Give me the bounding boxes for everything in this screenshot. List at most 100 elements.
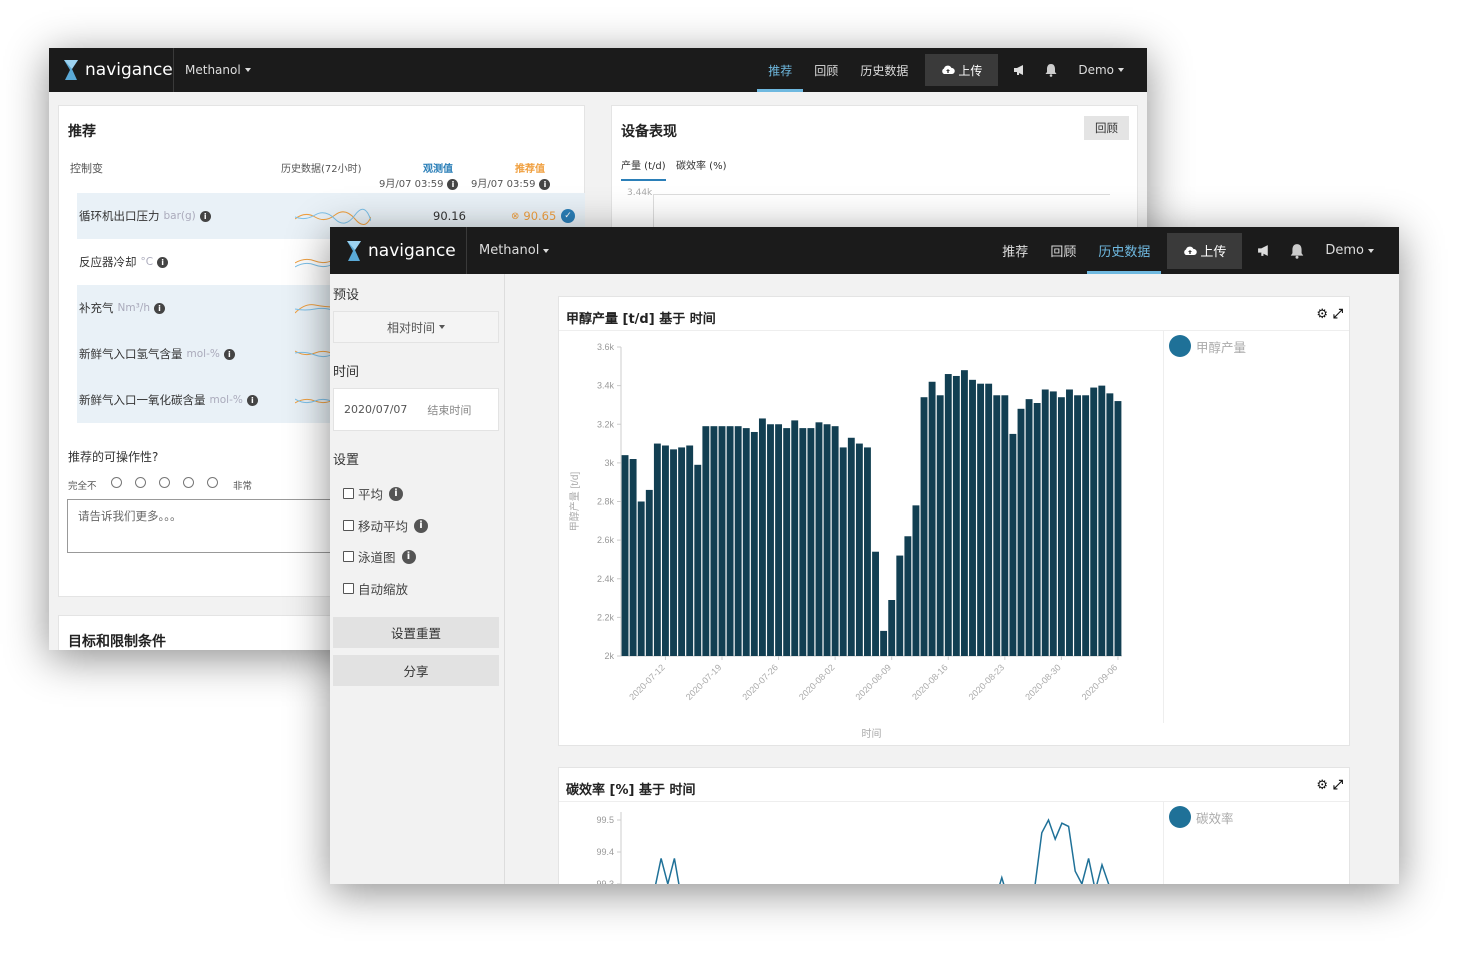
bar bbox=[1057, 397, 1065, 656]
expand-icon[interactable]: ⤢ bbox=[1333, 778, 1343, 793]
bar bbox=[928, 381, 936, 656]
nav-tab-history[interactable]: 历史数据 bbox=[849, 48, 919, 92]
nav-tab-label: 推荐 bbox=[1002, 245, 1029, 260]
announcement-icon[interactable] bbox=[1248, 227, 1280, 274]
legend-divider bbox=[1163, 802, 1164, 884]
bar bbox=[1049, 391, 1057, 656]
nav-tab-recommend[interactable]: 推荐 bbox=[757, 48, 804, 92]
info-icon[interactable]: i bbox=[157, 256, 169, 268]
info-icon[interactable]: i bbox=[199, 210, 211, 222]
x-tick-label: 2020-08-02 bbox=[797, 662, 837, 702]
bar bbox=[1066, 389, 1073, 656]
rating-radio-5[interactable] bbox=[207, 477, 218, 488]
upload-button[interactable]: 上传 bbox=[925, 54, 999, 86]
feedback-textarea[interactable]: 请告诉我们更多。。。 bbox=[67, 499, 367, 553]
info-icon[interactable]: i bbox=[246, 394, 258, 406]
plant-selector[interactable]: Methanol bbox=[185, 48, 251, 92]
nav-divider bbox=[466, 227, 467, 274]
bar bbox=[629, 459, 637, 656]
x-tick-label: 2020-08-16 bbox=[910, 662, 950, 702]
check-icon[interactable]: ✓ bbox=[561, 209, 575, 223]
option-label: 移动平均 bbox=[358, 519, 409, 534]
plant-name: Methanol bbox=[185, 63, 241, 77]
bar bbox=[1098, 385, 1106, 656]
time-label: 时间 bbox=[333, 365, 360, 380]
nav-tab-label: 回顾 bbox=[814, 63, 839, 78]
reset-settings-button[interactable]: 设置重置 bbox=[333, 617, 499, 648]
bar bbox=[1041, 389, 1049, 656]
nav-tab-label: 历史数据 bbox=[1098, 245, 1151, 260]
bar bbox=[1090, 387, 1098, 656]
x-tick-label: 2020-08-09 bbox=[853, 662, 893, 702]
rating-radio-3[interactable] bbox=[159, 477, 170, 488]
end-date-input[interactable]: 结束时间 bbox=[427, 402, 471, 418]
nav-tab-review[interactable]: 回顾 bbox=[1039, 227, 1087, 274]
nav-tab-recommend[interactable]: 推荐 bbox=[991, 227, 1039, 274]
navigance-logo[interactable]: navigance bbox=[63, 48, 173, 92]
checkbox[interactable] bbox=[343, 551, 354, 562]
logo-text: navigance bbox=[85, 60, 173, 80]
option-label: 自动缩放 bbox=[358, 582, 409, 597]
info-icon[interactable]: i bbox=[401, 549, 416, 564]
info-icon[interactable]: i bbox=[414, 518, 429, 533]
nav-tab-review[interactable]: 回顾 bbox=[803, 48, 849, 92]
expand-icon[interactable]: ⤢ bbox=[1333, 307, 1343, 322]
rating-radio-2[interactable] bbox=[135, 477, 146, 488]
checkbox[interactable] bbox=[343, 488, 354, 499]
share-button[interactable]: 分享 bbox=[333, 655, 499, 686]
y-tick-label: 2k bbox=[604, 651, 614, 661]
announcement-icon[interactable] bbox=[1004, 48, 1035, 92]
info-icon[interactable]: i bbox=[389, 486, 404, 501]
review-button[interactable]: 回顾 bbox=[1084, 116, 1129, 140]
control-unit: °C bbox=[140, 256, 154, 268]
user-menu[interactable]: Demo bbox=[1067, 48, 1135, 92]
option-moving-average[interactable]: 移动平均 i bbox=[343, 516, 429, 535]
upload-label: 上传 bbox=[958, 63, 983, 78]
nav-tab-history[interactable]: 历史数据 bbox=[1087, 227, 1162, 274]
bar bbox=[1074, 395, 1081, 656]
upload-button[interactable]: 上传 bbox=[1167, 232, 1243, 269]
control-unit: Nm³/h bbox=[117, 302, 150, 314]
option-autoscale[interactable]: 自动缩放 bbox=[343, 579, 408, 598]
plant-selector[interactable]: Methanol bbox=[479, 227, 550, 274]
preset-dropdown[interactable]: 相对时间 bbox=[333, 311, 499, 343]
top-navbar: navigance Methanol 推荐 回顾 历史数据 上传 Demo bbox=[330, 227, 1399, 274]
recommended-value: ⊗ 90.65 bbox=[511, 209, 557, 223]
control-unit: mol-% bbox=[209, 394, 243, 406]
info-icon[interactable]: i bbox=[153, 302, 165, 314]
bell-icon[interactable] bbox=[1280, 227, 1314, 274]
start-date-input[interactable]: 2020/07/07 bbox=[344, 403, 407, 416]
caret-down-icon bbox=[244, 68, 251, 72]
rating-radio-1[interactable] bbox=[111, 477, 122, 488]
tab-production[interactable]: 产量 (t/d) bbox=[621, 157, 666, 181]
y-axis-label: 甲醇产量 [t/d] bbox=[568, 472, 581, 532]
info-icon[interactable]: i bbox=[223, 348, 235, 360]
bell-icon[interactable] bbox=[1035, 48, 1067, 92]
checkbox[interactable] bbox=[343, 583, 354, 594]
gear-icon[interactable]: ⚙ bbox=[1316, 778, 1328, 793]
x-axis-label: 时间 bbox=[862, 727, 882, 740]
checkbox[interactable] bbox=[343, 520, 354, 531]
navigance-logo[interactable]: navigance bbox=[346, 227, 456, 274]
bar bbox=[791, 420, 799, 656]
gear-icon[interactable]: ⚙ bbox=[1316, 307, 1328, 322]
bar bbox=[710, 426, 718, 656]
x-tick-label: 2020-07-12 bbox=[627, 662, 667, 702]
option-average[interactable]: 平均 i bbox=[343, 484, 404, 503]
bar bbox=[1082, 395, 1090, 656]
legend-item[interactable]: 甲醇产量 bbox=[1169, 335, 1246, 357]
chart-title: 碳效率 [%] 基于 时间 bbox=[566, 783, 696, 798]
bar bbox=[912, 505, 920, 656]
legend-item[interactable]: 碳效率 bbox=[1169, 806, 1234, 828]
y-tick-label: 2.4k bbox=[597, 574, 615, 584]
bar bbox=[621, 455, 629, 656]
equipment-title: 设备表现 bbox=[621, 124, 677, 140]
scale-low-label: 完全不 bbox=[68, 481, 97, 492]
chart-title: 甲醇产量 [t/d] 基于 时间 bbox=[566, 312, 716, 327]
rating-radio-4[interactable] bbox=[183, 477, 194, 488]
info-icon: i bbox=[447, 179, 459, 190]
user-menu[interactable]: Demo bbox=[1314, 227, 1385, 274]
tab-carbon-efficiency[interactable]: 碳效率 (%) bbox=[676, 157, 726, 172]
bar bbox=[888, 599, 896, 656]
option-swimlane[interactable]: 泳道图 i bbox=[343, 547, 416, 566]
